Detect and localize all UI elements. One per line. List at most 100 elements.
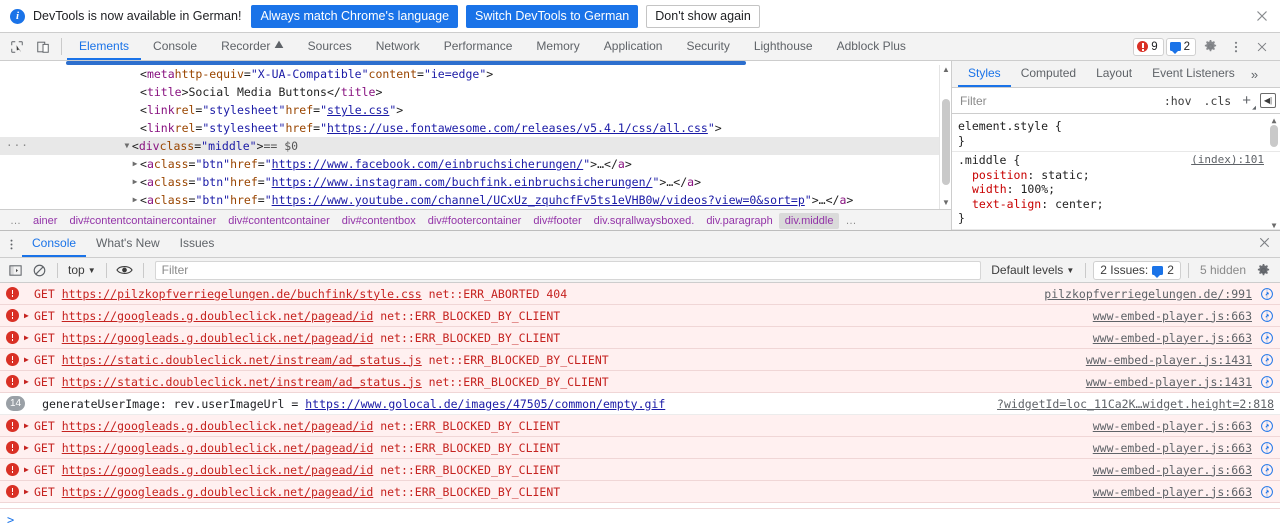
- close-icon[interactable]: [1250, 35, 1274, 59]
- open-in-network-panel-icon[interactable]: [1260, 485, 1274, 499]
- style-rule[interactable]: element.style { }: [952, 118, 1280, 152]
- console-source-link[interactable]: www-embed-player.js:1431: [1086, 375, 1252, 389]
- message-count-badge[interactable]: 2: [1165, 37, 1196, 56]
- console-source-link[interactable]: www-embed-player.js:663: [1093, 485, 1252, 499]
- expand-arrow-icon[interactable]: ▶: [24, 487, 33, 496]
- dom-lnk[interactable]: https://www.facebook.com/einbruchsicheru…: [272, 155, 584, 173]
- breadcrumb-item[interactable]: div#contentbox: [336, 215, 422, 227]
- console-message-row[interactable]: ▶ GET https://static.doubleclick.net/inst…: [0, 349, 1280, 371]
- tab-adblock-plus[interactable]: Adblock Plus: [825, 33, 918, 60]
- console-message-row[interactable]: ▶ GET https://googleads.g.doubleclick.net…: [0, 415, 1280, 437]
- gear-icon[interactable]: [1252, 260, 1274, 280]
- scroll-down-icon[interactable]: ▼: [1268, 219, 1280, 230]
- console-message-row[interactable]: ▶ GET https://googleads.g.doubleclick.net…: [0, 437, 1280, 459]
- console-message-link[interactable]: https://googleads.g.doubleclick.net/page…: [62, 463, 374, 477]
- console-message-link[interactable]: https://www.golocal.de/images/47505/comm…: [305, 397, 665, 411]
- console-message-link[interactable]: https://googleads.g.doubleclick.net/page…: [62, 331, 374, 345]
- chevron-right-icon[interactable]: ▶: [130, 155, 140, 173]
- expand-arrow-icon[interactable]: ▶: [24, 355, 33, 364]
- clear-console-icon[interactable]: [28, 260, 50, 280]
- new-style-rule-icon[interactable]: +: [1239, 92, 1256, 111]
- breadcrumb-item[interactable]: …: [839, 215, 862, 227]
- console-message-row[interactable]: ▶ GET https://googleads.g.doubleclick.net…: [0, 327, 1280, 349]
- console-source-link[interactable]: www-embed-player.js:663: [1093, 419, 1252, 433]
- open-in-network-panel-icon[interactable]: [1260, 353, 1274, 367]
- dom-lnk[interactable]: style.css: [327, 101, 389, 119]
- console-message-link[interactable]: https://googleads.g.doubleclick.net/page…: [62, 485, 374, 499]
- console-message-row[interactable]: ▶ GET https://static.doubleclick.net/inst…: [0, 371, 1280, 393]
- dont-show-again-button[interactable]: Don't show again: [646, 4, 760, 28]
- tab-elements[interactable]: Elements: [67, 33, 142, 60]
- breadcrumb-item[interactable]: div.paragraph: [700, 215, 778, 227]
- chevron-right-icon[interactable]: ▶: [130, 173, 140, 191]
- breadcrumb-item[interactable]: div#contentcontainercontainer: [63, 215, 222, 227]
- expand-arrow-icon[interactable]: ▶: [24, 443, 33, 452]
- collapsed-nodes-indicator[interactable]: ···: [6, 137, 29, 155]
- gear-icon[interactable]: [1198, 35, 1222, 59]
- expand-arrow-icon[interactable]: ▶: [24, 465, 33, 474]
- drawer-tab-issues[interactable]: Issues: [170, 231, 225, 257]
- dom-tree[interactable]: < meta http-equiv = "X-UA-Compatible" conte…: [0, 61, 951, 209]
- tab-memory[interactable]: Memory: [524, 33, 591, 60]
- dom-tree-node[interactable]: < title > Social Media Buttons </title >: [0, 83, 951, 101]
- chevron-down-icon[interactable]: ▼: [122, 137, 132, 155]
- breadcrumb-item[interactable]: div.sqrallwaysboxed.: [588, 215, 701, 227]
- more-vertical-icon[interactable]: [1224, 35, 1248, 59]
- dom-lnk[interactable]: https://www.youtube.com/channel/UCxUz_zq…: [272, 191, 805, 209]
- cls-toggle[interactable]: .cls: [1200, 94, 1236, 108]
- issues-button[interactable]: 2 Issues: 2: [1093, 260, 1181, 280]
- dom-tree-vertical-scrollbar[interactable]: ▲ ▼: [939, 65, 951, 209]
- dom-lnk[interactable]: https://www.instagram.com/buchfink.einbr…: [272, 173, 653, 191]
- open-in-network-panel-icon[interactable]: [1260, 441, 1274, 455]
- style-declaration[interactable]: text-align: center;: [958, 197, 1266, 212]
- open-in-network-panel-icon[interactable]: [1260, 463, 1274, 477]
- style-declaration[interactable]: position: static;: [958, 168, 1266, 183]
- console-source-link[interactable]: pilzkopfverriegelungen.de/:991: [1044, 287, 1252, 301]
- expand-arrow-icon[interactable]: ▶: [24, 377, 33, 386]
- dom-lnk[interactable]: https://use.fontawesome.com/releases/v5.…: [327, 119, 708, 137]
- console-source-link[interactable]: www-embed-player.js:663: [1093, 331, 1252, 345]
- console-source-link[interactable]: www-embed-player.js:663: [1093, 463, 1252, 477]
- open-in-network-panel-icon[interactable]: [1260, 419, 1274, 433]
- chevron-double-right-icon[interactable]: »: [1245, 61, 1264, 87]
- console-filter-input[interactable]: [154, 260, 982, 280]
- drawer-tab-console[interactable]: Console: [22, 231, 87, 257]
- tab-lighthouse[interactable]: Lighthouse: [742, 33, 825, 60]
- tab-event-listeners[interactable]: Event Listeners: [1142, 61, 1245, 87]
- style-rule[interactable]: (index):101 .middle { position: static; …: [952, 152, 1280, 230]
- console-message-link[interactable]: https://googleads.g.doubleclick.net/page…: [62, 419, 374, 433]
- scroll-up-icon[interactable]: ▲: [1268, 114, 1280, 125]
- console-source-link[interactable]: www-embed-player.js:663: [1093, 441, 1252, 455]
- close-icon[interactable]: [1254, 8, 1270, 24]
- console-prompt[interactable]: >: [0, 508, 1280, 530]
- dom-tree-node[interactable]: ··· ▼ < div class = "middle" > == $0: [0, 137, 951, 155]
- tab-security[interactable]: Security: [674, 33, 741, 60]
- console-message-row[interactable]: ▶ GET https://googleads.g.doubleclick.net…: [0, 305, 1280, 327]
- switch-devtools-language-button[interactable]: Switch DevTools to German: [466, 4, 639, 28]
- console-source-link[interactable]: www-embed-player.js:1431: [1086, 353, 1252, 367]
- error-count-badge[interactable]: 9: [1133, 37, 1164, 56]
- console-message-row[interactable]: ▶GET https://pilzkopfverriegelungen.de/b…: [0, 283, 1280, 305]
- dom-tree-node[interactable]: < link rel = "stylesheet" href = " https://use…: [0, 119, 951, 137]
- scrollbar-thumb[interactable]: [942, 99, 950, 185]
- log-levels-selector[interactable]: Default levels ▼: [987, 263, 1078, 277]
- open-in-network-panel-icon[interactable]: [1260, 375, 1274, 389]
- dom-tree-node[interactable]: ▶ < a class = "btn" href = " https://www.youtub…: [0, 191, 951, 209]
- tab-application[interactable]: Application: [592, 33, 675, 60]
- always-match-language-button[interactable]: Always match Chrome's language: [251, 4, 459, 28]
- inspect-element-icon[interactable]: [4, 33, 30, 60]
- styles-filter-input[interactable]: [958, 92, 1156, 109]
- scrollbar-thumb[interactable]: [1270, 125, 1278, 147]
- tab-network[interactable]: Network: [364, 33, 432, 60]
- breadcrumb-item[interactable]: ainer: [27, 215, 63, 227]
- chevron-right-icon[interactable]: ▶: [130, 191, 140, 209]
- console-message-row[interactable]: 14 ▶generateUserImage: rev.userImageUrl =…: [0, 393, 1280, 415]
- tab-computed[interactable]: Computed: [1011, 61, 1086, 87]
- tab-recorder[interactable]: Recorder ⛰: [209, 33, 296, 60]
- tab-sources[interactable]: Sources: [296, 33, 364, 60]
- breadcrumb-item[interactable]: div#footer: [527, 215, 587, 227]
- console-message-row[interactable]: ▶ GET https://googleads.g.doubleclick.net…: [0, 459, 1280, 481]
- console-message-link[interactable]: https://googleads.g.doubleclick.net/page…: [62, 441, 374, 455]
- scroll-down-icon[interactable]: ▼: [940, 198, 951, 209]
- drawer-tab-whats-new[interactable]: What's New: [86, 231, 170, 257]
